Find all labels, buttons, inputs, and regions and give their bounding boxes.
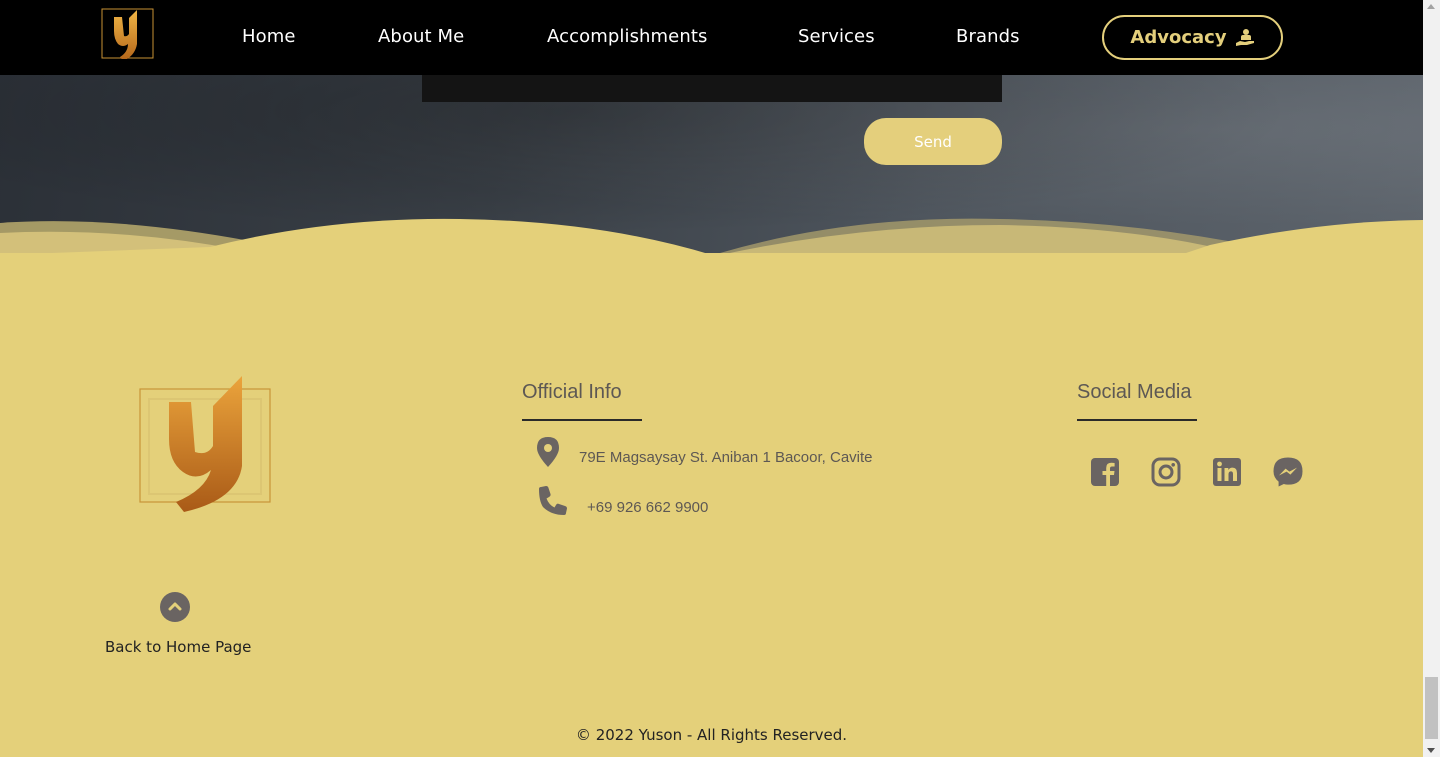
brand-logo[interactable] <box>101 6 154 59</box>
page-scrollbar[interactable] <box>1423 0 1440 757</box>
scroll-down-arrow-icon[interactable] <box>1427 748 1435 753</box>
messenger-icon[interactable] <box>1272 456 1304 488</box>
nav-brands[interactable]: Brands <box>956 26 1020 47</box>
phone-icon <box>539 486 567 515</box>
nav-about-me[interactable]: About Me <box>378 26 464 47</box>
facebook-icon[interactable] <box>1090 456 1122 488</box>
instagram-icon[interactable] <box>1150 456 1182 488</box>
message-textarea[interactable] <box>422 75 1002 102</box>
social-media-heading: Social Media <box>1077 381 1192 403</box>
linkedin-icon[interactable] <box>1211 456 1243 488</box>
scroll-thumb[interactable] <box>1425 677 1438 739</box>
contact-section: Send <box>0 75 1423 255</box>
map-pin-icon <box>537 437 559 467</box>
nav-services[interactable]: Services <box>798 26 875 47</box>
official-info-underline <box>522 419 642 421</box>
back-to-home-link[interactable]: Back to Home Page <box>105 638 251 656</box>
scroll-up-arrow-icon[interactable] <box>1427 4 1435 9</box>
advocacy-label: Advocacy <box>1130 27 1227 48</box>
chevron-up-icon[interactable] <box>160 592 190 622</box>
hand-holding-person-icon <box>1235 28 1254 46</box>
advocacy-button[interactable]: Advocacy <box>1102 15 1283 60</box>
send-button[interactable]: Send <box>864 118 1002 165</box>
copyright-text: © 2022 Yuson - All Rights Reserved. <box>575 726 848 744</box>
nav-accomplishments[interactable]: Accomplishments <box>547 26 708 47</box>
nav-home[interactable]: Home <box>242 26 296 47</box>
social-media-underline <box>1077 419 1197 421</box>
official-info-heading: Official Info <box>522 381 622 403</box>
phone-text: +69 926 662 9900 <box>587 499 709 516</box>
top-navbar: Home About Me Accomplishments Services B… <box>0 0 1423 75</box>
address-text: 79E Magsaysay St. Aniban 1 Bacoor, Cavit… <box>579 449 873 466</box>
footer-logo <box>139 376 271 512</box>
